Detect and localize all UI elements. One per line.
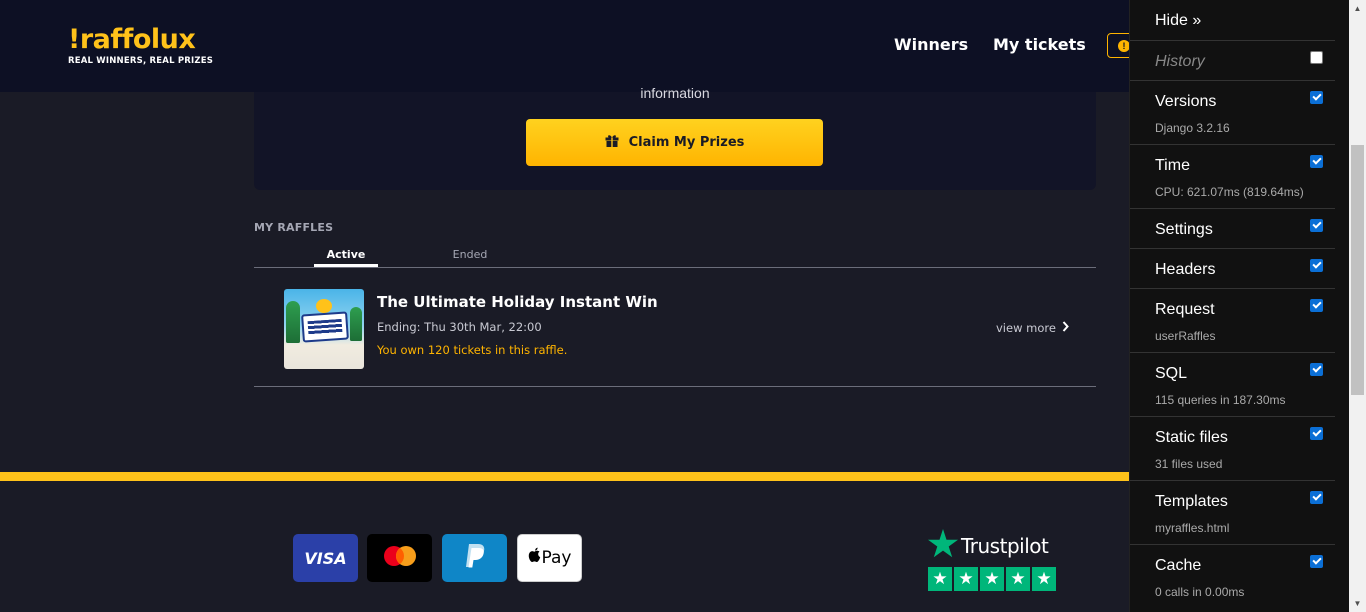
debug-panel-request[interactable]: Request userRaffles bbox=[1130, 288, 1335, 352]
debug-panel-sub: 115 queries in 187.30ms bbox=[1155, 393, 1286, 407]
trustpilot-widget[interactable]: Trustpilot ★ ★ ★ ★ ★ bbox=[928, 529, 1056, 591]
chevron-right-icon bbox=[1062, 321, 1069, 335]
debug-panel-sub: userRaffles bbox=[1155, 329, 1216, 343]
palm-tree-shape bbox=[350, 307, 362, 341]
trustpilot-star-icon bbox=[928, 529, 958, 563]
claim-prizes-panel: information Claim My Prizes bbox=[254, 85, 1096, 190]
debug-panel-label: Static files bbox=[1155, 429, 1228, 446]
debug-panel-versions[interactable]: Versions Django 3.2.16 bbox=[1130, 80, 1335, 144]
debug-panel-label: Headers bbox=[1155, 261, 1216, 278]
panel-checkbox[interactable] bbox=[1310, 259, 1323, 272]
panel-checkbox[interactable] bbox=[1310, 219, 1323, 232]
scroll-down-arrow-icon[interactable]: ▼ bbox=[1349, 595, 1366, 612]
raffle-ending-date: Ending: Thu 30th Mar, 22:00 bbox=[377, 320, 542, 334]
star-icon: ★ bbox=[980, 567, 1004, 591]
paypal-icon bbox=[464, 543, 486, 574]
panel-checkbox[interactable] bbox=[1310, 427, 1323, 440]
debug-panel-settings[interactable]: Settings bbox=[1130, 208, 1335, 248]
paypal-card bbox=[442, 534, 507, 582]
information-text: information bbox=[640, 85, 710, 101]
trustpilot-name: Trustpilot bbox=[961, 534, 1049, 558]
tab-ended[interactable]: Ended bbox=[444, 248, 496, 267]
panel-checkbox[interactable] bbox=[1310, 155, 1323, 168]
debug-panel-templates[interactable]: Templates myraffles.html bbox=[1130, 480, 1335, 544]
raffolux-logo[interactable]: !raffolux REAL WINNERS, REAL PRIZES bbox=[68, 24, 214, 67]
scrollbar-thumb[interactable] bbox=[1351, 145, 1364, 395]
panel-checkbox[interactable] bbox=[1310, 363, 1323, 376]
star-icon: ★ bbox=[1006, 567, 1030, 591]
nav-winners-link[interactable]: Winners bbox=[894, 35, 968, 54]
scroll-up-arrow-icon[interactable]: ▲ bbox=[1349, 0, 1366, 17]
debug-panel-label: SQL bbox=[1155, 365, 1188, 382]
logo-tagline: REAL WINNERS, REAL PRIZES bbox=[68, 56, 214, 66]
debug-panel-sub: 31 files used bbox=[1155, 457, 1223, 471]
tab-active[interactable]: Active bbox=[314, 248, 378, 267]
raffle-title[interactable]: The Ultimate Holiday Instant Win bbox=[377, 293, 658, 311]
debug-panel-label: Request bbox=[1155, 301, 1215, 318]
debug-panel-label: Templates bbox=[1155, 493, 1228, 510]
nav-my-tickets-link[interactable]: My tickets bbox=[993, 35, 1086, 54]
star-icon: ★ bbox=[1032, 567, 1056, 591]
debug-panel-sub: Django 3.2.16 bbox=[1155, 121, 1230, 135]
gift-icon bbox=[605, 134, 619, 151]
debug-panel-sub: 0 calls in 0.00ms bbox=[1155, 585, 1245, 599]
claim-my-prizes-button[interactable]: Claim My Prizes bbox=[526, 119, 823, 166]
apple-icon bbox=[528, 547, 542, 569]
panel-checkbox[interactable] bbox=[1310, 555, 1323, 568]
panel-checkbox[interactable] bbox=[1310, 491, 1323, 504]
debug-panel-static-files[interactable]: Static files 31 files used bbox=[1130, 416, 1335, 480]
apple-pay-label: Pay bbox=[541, 548, 572, 568]
trustpilot-rating: ★ ★ ★ ★ ★ bbox=[928, 567, 1056, 591]
panel-checkbox[interactable] bbox=[1310, 299, 1323, 312]
debug-panel-headers[interactable]: Headers bbox=[1130, 248, 1335, 288]
holiday-sign-shape bbox=[301, 311, 349, 343]
debug-panel-label: Settings bbox=[1155, 221, 1213, 238]
debug-panel-label: Cache bbox=[1155, 557, 1202, 574]
debug-panel-label: Versions bbox=[1155, 93, 1217, 110]
visa-card: VISA bbox=[293, 534, 358, 582]
raffle-list-item[interactable]: The Ultimate Holiday Instant Win Ending:… bbox=[254, 268, 1096, 387]
mastercard-icon bbox=[382, 545, 418, 572]
panel-checkbox[interactable] bbox=[1310, 91, 1323, 104]
star-icon: ★ bbox=[928, 567, 952, 591]
apple-pay-card: Pay bbox=[517, 534, 582, 582]
debug-panel-sql[interactable]: SQL 115 queries in 187.30ms bbox=[1130, 352, 1335, 416]
debug-panel-label: Time bbox=[1155, 157, 1190, 174]
view-more-link[interactable]: view more bbox=[996, 321, 1069, 335]
debug-toolbar-hide-button[interactable]: Hide » bbox=[1155, 12, 1201, 30]
debug-panel-cache[interactable]: Cache 0 calls in 0.00ms bbox=[1130, 544, 1335, 608]
sun-shape bbox=[316, 299, 332, 313]
raffle-tabs: Active Ended bbox=[254, 248, 1096, 268]
claim-button-label: Claim My Prizes bbox=[628, 135, 745, 150]
debug-toolbar: Hide » History Versions Django 3.2.16 Ti… bbox=[1129, 0, 1349, 612]
debug-panel-time[interactable]: Time CPU: 621.07ms (819.64ms) bbox=[1130, 144, 1335, 208]
debug-panel-sub: myraffles.html bbox=[1155, 521, 1230, 535]
visa-logo: VISA bbox=[304, 548, 347, 568]
mastercard-card bbox=[367, 534, 432, 582]
debug-panel-history[interactable]: History bbox=[1130, 40, 1335, 80]
raffle-thumbnail[interactable] bbox=[284, 289, 364, 369]
raffle-ticket-count: You own 120 tickets in this raffle. bbox=[377, 343, 568, 357]
page-scrollbar[interactable]: ▲ ▼ bbox=[1349, 0, 1366, 612]
view-more-label: view more bbox=[996, 321, 1056, 335]
debug-panel-sub: CPU: 621.07ms (819.64ms) bbox=[1155, 185, 1304, 199]
palm-tree-shape bbox=[286, 301, 300, 343]
star-icon: ★ bbox=[954, 567, 978, 591]
debug-panel-label: History bbox=[1155, 53, 1205, 70]
my-raffles-heading: MY RAFFLES bbox=[254, 221, 334, 234]
logo-exclamation: ! bbox=[68, 24, 80, 55]
logo-text: raffolux bbox=[79, 24, 196, 55]
panel-checkbox[interactable] bbox=[1310, 51, 1323, 64]
